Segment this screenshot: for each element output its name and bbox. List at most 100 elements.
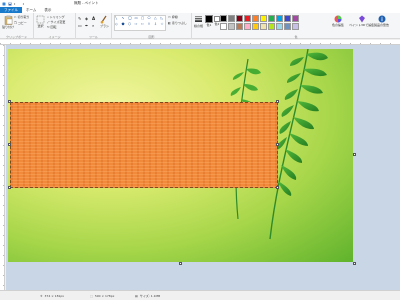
resize-label: サイズ変更 bbox=[50, 20, 66, 24]
palette-swatch[interactable] bbox=[268, 15, 275, 22]
tools-group-label: ツール bbox=[88, 35, 98, 39]
palette-swatch[interactable] bbox=[236, 15, 243, 22]
copy-label: コピー bbox=[17, 21, 27, 25]
palette-swatch[interactable] bbox=[260, 15, 267, 22]
arrow-down-shape-icon[interactable]: ⇩ bbox=[154, 22, 160, 27]
magnifier-icon[interactable]: ⌕ bbox=[92, 23, 98, 29]
palette-swatch[interactable] bbox=[236, 23, 243, 30]
outline-button[interactable]: ▭ 枠線 bbox=[168, 15, 178, 19]
select-button[interactable]: 選択 bbox=[36, 15, 45, 28]
selection-size-icon: ⬚ bbox=[90, 294, 93, 298]
clipboard-group: 貼り付け ✂ 切り取り ❐ コピー クリップボード bbox=[0, 13, 34, 39]
line-size-label: 線の幅 bbox=[194, 24, 204, 28]
fill-label: 塗りつぶし bbox=[171, 21, 187, 25]
palette-swatch[interactable] bbox=[252, 15, 259, 22]
copy-icon: ❐ bbox=[14, 21, 17, 25]
palette-swatch[interactable] bbox=[276, 23, 283, 30]
fill-icon[interactable]: ◈ bbox=[85, 16, 91, 22]
palette-swatch[interactable] bbox=[220, 15, 227, 22]
tools-group: ✎ ◈ A ▭ ✒ ⌕ ブラシ ツール bbox=[76, 13, 112, 39]
brushes-label: ブラシ bbox=[100, 24, 109, 28]
selection-size-text: 590 × 178px bbox=[94, 294, 115, 298]
palette-swatch[interactable] bbox=[292, 15, 299, 22]
arrow-right-shape-icon[interactable]: ⇨ bbox=[135, 22, 141, 27]
color2-label: 色2 bbox=[214, 22, 220, 26]
clipboard-group-label: クリップボード bbox=[5, 35, 27, 39]
palette-swatch[interactable] bbox=[260, 23, 267, 30]
brush-icon bbox=[101, 15, 107, 24]
palette-swatch[interactable] bbox=[228, 15, 235, 22]
crop-icon: ⌗ bbox=[47, 15, 49, 19]
selection-rectangle[interactable] bbox=[10, 102, 278, 188]
line-shape-icon[interactable]: ╲ bbox=[115, 16, 121, 21]
palette-swatch[interactable] bbox=[284, 15, 291, 22]
resize-button[interactable]: ⤢ サイズ変更 bbox=[47, 20, 65, 24]
curve-shape-icon[interactable]: ∿ bbox=[122, 16, 128, 21]
selection-handle-bl[interactable] bbox=[8, 186, 11, 189]
canvas-resize-handle-corner[interactable] bbox=[353, 262, 356, 265]
selection-handle-tr[interactable] bbox=[276, 100, 279, 103]
color-palette bbox=[220, 15, 299, 30]
star-shape-icon[interactable]: ☆ bbox=[161, 22, 167, 27]
shapes-group: ╲ ∿ ◯ ▭ ▢ ⬠ △ ◺ ◇ ⬟ ⬡ ⇨ ⇦ ⇧ ⇩ ☆ ▭ 枠線 ◧ 塗… bbox=[112, 13, 192, 39]
arrow-up-shape-icon[interactable]: ⇧ bbox=[148, 22, 154, 27]
resize-icon: ⤢ bbox=[47, 20, 50, 24]
selection-handle-br[interactable] bbox=[276, 186, 279, 189]
arrow-left-shape-icon[interactable]: ⇦ bbox=[141, 22, 147, 27]
line-size-icon bbox=[195, 16, 202, 22]
selection-handle-mr[interactable] bbox=[276, 143, 279, 146]
palette-swatch[interactable] bbox=[252, 23, 259, 30]
save-icon[interactable] bbox=[8, 2, 12, 6]
palette-swatch[interactable] bbox=[284, 23, 291, 30]
polygon-shape-icon[interactable]: ⬠ bbox=[148, 16, 154, 21]
line-size-button[interactable]: 線の幅 bbox=[194, 15, 203, 28]
palette-swatch[interactable] bbox=[228, 23, 235, 30]
product-alert-button[interactable]: 製品の警告 bbox=[374, 15, 389, 27]
paint3d-icon bbox=[358, 15, 365, 23]
triangle-shape-icon[interactable]: △ bbox=[154, 16, 160, 21]
redo-icon[interactable] bbox=[20, 2, 25, 6]
cut-label: 切り取り bbox=[17, 15, 30, 19]
shapes-group-label: 図形 bbox=[148, 35, 155, 39]
fill-button[interactable]: ◧ 塗りつぶし bbox=[168, 21, 187, 25]
brushes-button[interactable]: ブラシ bbox=[100, 15, 109, 28]
edit-colors-label: 色の編集 bbox=[332, 23, 345, 27]
color-picker-icon[interactable]: ✒ bbox=[85, 23, 91, 29]
canvas-resize-handle-bottom[interactable] bbox=[179, 262, 182, 265]
palette-swatch[interactable] bbox=[268, 23, 275, 30]
undo-icon[interactable] bbox=[13, 2, 18, 6]
paint3d-button[interactable]: ペイント3Dで編集 bbox=[349, 15, 374, 27]
color1-label: 色1 bbox=[206, 23, 212, 27]
crop-button[interactable]: ⌗ トリミング bbox=[47, 15, 65, 19]
rotate-button[interactable]: ↻ 回転 bbox=[47, 25, 57, 29]
color1-button[interactable]: 色1 bbox=[205, 15, 213, 27]
pentagon-shape-icon[interactable]: ⬟ bbox=[122, 22, 128, 27]
palette-swatch[interactable] bbox=[244, 15, 251, 22]
selection-handle-ml[interactable] bbox=[8, 143, 11, 146]
palette-swatch[interactable] bbox=[292, 23, 299, 30]
right-triangle-shape-icon[interactable]: ◺ bbox=[161, 16, 167, 21]
oval-shape-icon[interactable]: ◯ bbox=[128, 16, 134, 21]
text-icon[interactable]: A bbox=[92, 16, 98, 22]
selection-handle-tl[interactable] bbox=[8, 100, 11, 103]
copy-button[interactable]: ❐ コピー bbox=[14, 21, 27, 25]
outline-label: 枠線 bbox=[171, 15, 178, 19]
rounded-rect-shape-icon[interactable]: ▢ bbox=[141, 16, 147, 21]
canvas-resize-handle-right[interactable] bbox=[353, 153, 356, 156]
paste-button[interactable]: 貼り付け bbox=[2, 15, 14, 29]
palette-swatch[interactable] bbox=[244, 23, 251, 30]
scissors-icon: ✂ bbox=[14, 15, 17, 19]
status-bar: ✛ 374 × 181px ⬚ 590 × 178px ▤ サイズ: 1.1MB bbox=[0, 290, 400, 300]
cut-button[interactable]: ✂ 切り取り bbox=[14, 15, 30, 19]
rectangle-shape-icon[interactable]: ▭ bbox=[135, 16, 141, 21]
edit-colors-button[interactable]: 色の編集 bbox=[332, 15, 344, 27]
drawing-canvas[interactable] bbox=[8, 49, 353, 262]
palette-swatch[interactable] bbox=[276, 15, 283, 22]
tools-grid: ✎ ◈ A ▭ ✒ ⌕ bbox=[78, 16, 98, 29]
diamond-shape-icon[interactable]: ◇ bbox=[115, 22, 121, 27]
palette-swatch[interactable] bbox=[220, 23, 227, 30]
color-wheel-icon bbox=[334, 15, 342, 23]
hexagon-shape-icon[interactable]: ⬡ bbox=[128, 22, 134, 27]
pencil-icon[interactable]: ✎ bbox=[78, 16, 84, 22]
eraser-icon[interactable]: ▭ bbox=[78, 23, 84, 29]
